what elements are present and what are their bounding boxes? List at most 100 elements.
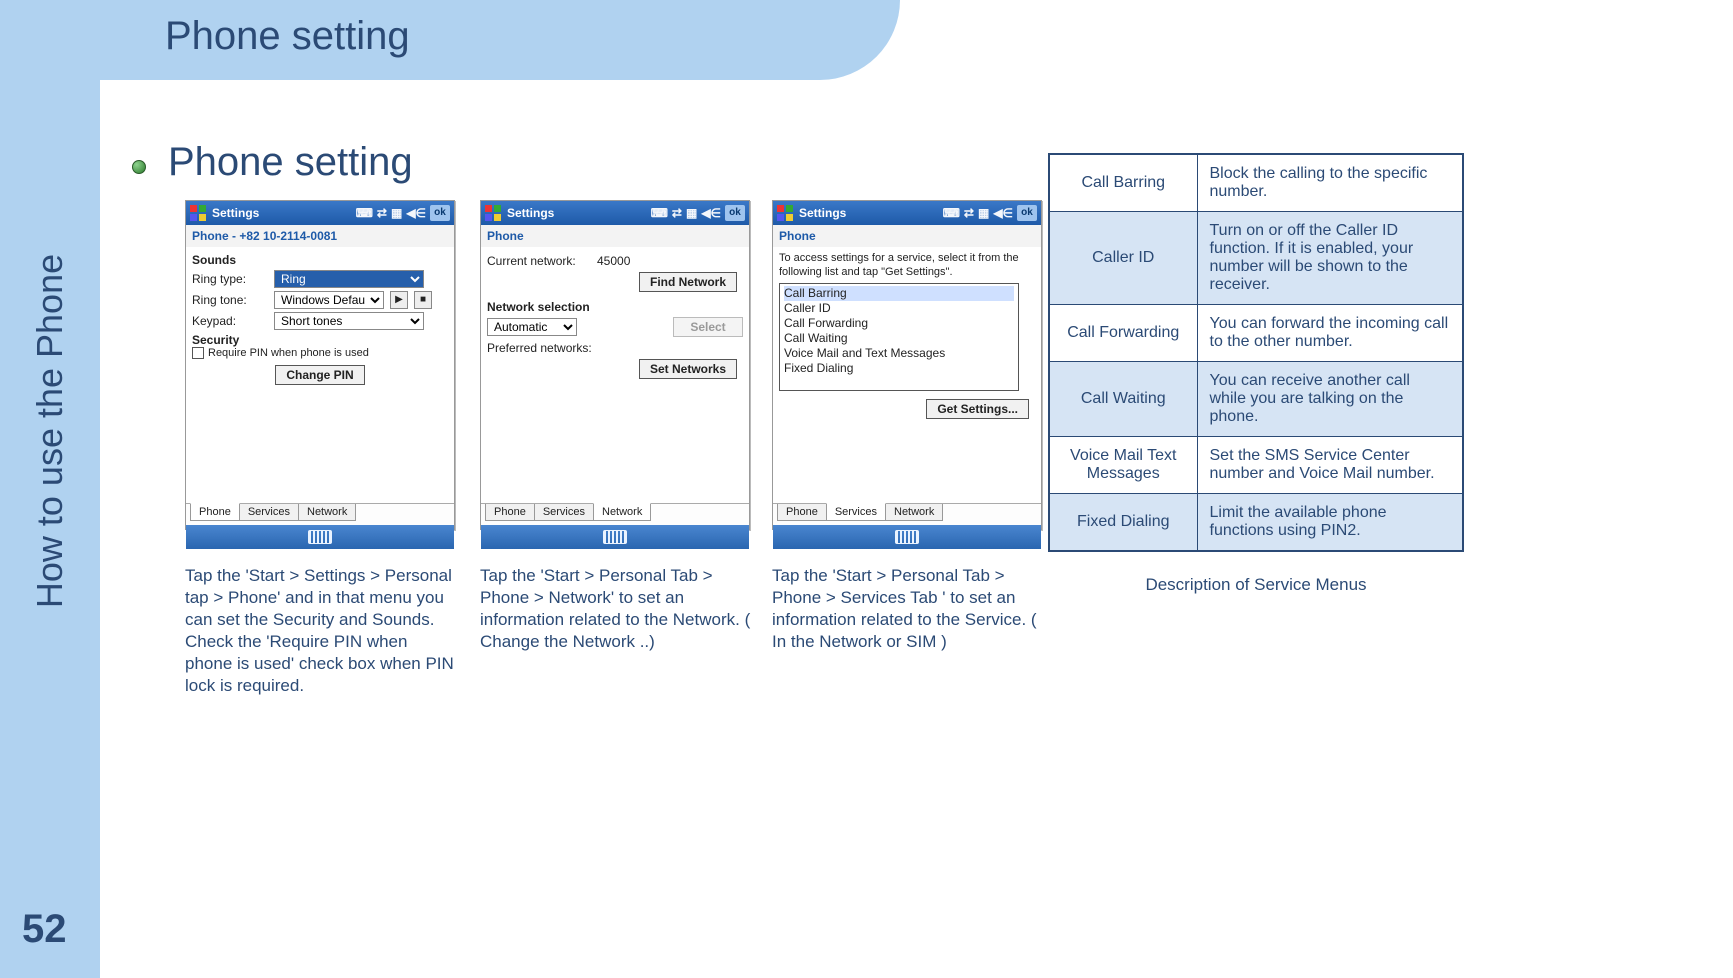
status-bar-icons: ⌨ ⇄ ▦ ◀∈ bbox=[356, 206, 426, 220]
tab-network[interactable]: Network bbox=[885, 504, 943, 521]
list-item[interactable]: Call Waiting bbox=[784, 331, 1014, 346]
service-name: Call Forwarding bbox=[1049, 305, 1197, 362]
tab-services[interactable]: Services bbox=[826, 503, 886, 521]
subheader: Phone bbox=[773, 225, 1041, 247]
keyboard-icon[interactable] bbox=[895, 530, 919, 544]
sync-icon: ⇄ bbox=[964, 206, 974, 220]
speaker-icon: ◀∈ bbox=[993, 206, 1013, 220]
input-panel-icon: ⌨ bbox=[356, 206, 373, 220]
require-pin-checkbox[interactable] bbox=[192, 347, 204, 359]
list-item[interactable]: Call Barring bbox=[784, 286, 1014, 301]
bullet-icon bbox=[132, 160, 146, 174]
sync-icon: ⇄ bbox=[377, 206, 387, 220]
page-header-bar bbox=[0, 0, 900, 80]
set-networks-button[interactable]: Set Networks bbox=[639, 359, 737, 379]
get-settings-button[interactable]: Get Settings... bbox=[926, 399, 1029, 419]
service-name: Call Barring bbox=[1049, 154, 1197, 212]
service-desc: You can receive another call while you a… bbox=[1197, 362, 1463, 437]
ring-tone-label: Ring tone: bbox=[192, 293, 268, 307]
tab-services[interactable]: Services bbox=[239, 504, 299, 521]
table-row: Call Waiting You can receive another cal… bbox=[1049, 362, 1463, 437]
keypad-label: Keypad: bbox=[192, 314, 268, 328]
screenshot-phone-network: Settings ⌨ ⇄ ▦ ◀∈ ok Phone Current netwo… bbox=[480, 200, 750, 530]
soft-key-bar bbox=[186, 525, 454, 549]
titlebar: Settings ⌨ ⇄ ▦ ◀∈ ok bbox=[773, 201, 1041, 225]
soft-key-bar bbox=[481, 525, 749, 549]
window-title: Settings bbox=[507, 206, 651, 220]
keyboard-icon[interactable] bbox=[308, 530, 332, 544]
select-network-button: Select bbox=[673, 317, 743, 337]
tab-bar: Phone Services Network bbox=[481, 503, 749, 525]
tab-phone[interactable]: Phone bbox=[777, 504, 827, 521]
list-item[interactable]: Voice Mail and Text Messages bbox=[784, 346, 1014, 361]
windows-start-icon[interactable] bbox=[190, 205, 206, 221]
current-network-label: Current network: bbox=[487, 254, 591, 268]
page-title: Phone setting bbox=[165, 14, 410, 59]
tab-services[interactable]: Services bbox=[534, 504, 594, 521]
subheader: Phone - +82 10-2114-0081 bbox=[186, 225, 454, 247]
table-row: Call Forwarding You can forward the inco… bbox=[1049, 305, 1463, 362]
input-panel-icon: ⌨ bbox=[943, 206, 960, 220]
signal-icon: ▦ bbox=[391, 206, 402, 220]
service-menus-table: Call Barring Block the calling to the sp… bbox=[1048, 153, 1464, 552]
titlebar: Settings ⌨ ⇄ ▦ ◀∈ ok bbox=[186, 201, 454, 225]
change-pin-button[interactable]: Change PIN bbox=[275, 365, 365, 385]
service-desc: You can forward the incoming call to the… bbox=[1197, 305, 1463, 362]
speaker-icon: ◀∈ bbox=[701, 206, 721, 220]
table-row: Call Barring Block the calling to the sp… bbox=[1049, 154, 1463, 212]
window-title: Settings bbox=[799, 206, 943, 220]
service-desc: Block the calling to the specific number… bbox=[1197, 154, 1463, 212]
page-number: 52 bbox=[22, 907, 67, 952]
status-bar-icons: ⌨ ⇄ ▦ ◀∈ bbox=[943, 206, 1013, 220]
ring-type-label: Ring type: bbox=[192, 272, 268, 286]
tab-bar: Phone Services Network bbox=[186, 503, 454, 525]
group-network-selection: Network selection bbox=[487, 300, 743, 314]
list-item[interactable]: Fixed Dialing bbox=[784, 361, 1014, 376]
ring-type-select[interactable]: Ring bbox=[274, 270, 424, 288]
ok-button[interactable]: ok bbox=[430, 205, 450, 221]
keypad-select[interactable]: Short tones bbox=[274, 312, 424, 330]
sync-icon: ⇄ bbox=[672, 206, 682, 220]
service-name: Caller ID bbox=[1049, 212, 1197, 305]
side-rail-label: How to use the Phone bbox=[29, 254, 71, 608]
service-desc: Limit the available phone functions usin… bbox=[1197, 494, 1463, 552]
require-pin-label: Require PIN when phone is used bbox=[208, 347, 369, 359]
services-listbox[interactable]: Call Barring Caller ID Call Forwarding C… bbox=[779, 283, 1019, 391]
screenshot-phone-services: Settings ⌨ ⇄ ▦ ◀∈ ok Phone To access set… bbox=[772, 200, 1042, 530]
list-item[interactable]: Call Forwarding bbox=[784, 316, 1014, 331]
windows-start-icon[interactable] bbox=[485, 205, 501, 221]
ok-button[interactable]: ok bbox=[1017, 205, 1037, 221]
network-selection-select[interactable]: Automatic bbox=[487, 318, 577, 336]
tab-network[interactable]: Network bbox=[298, 504, 356, 521]
input-panel-icon: ⌨ bbox=[651, 206, 668, 220]
tab-network[interactable]: Network bbox=[593, 503, 651, 521]
status-bar-icons: ⌨ ⇄ ▦ ◀∈ bbox=[651, 206, 721, 220]
caption-screenshot-3: Tap the 'Start > Personal Tab > Phone > … bbox=[772, 565, 1044, 653]
screenshot-phone-sounds: Settings ⌨ ⇄ ▦ ◀∈ ok Phone - +82 10-2114… bbox=[185, 200, 455, 530]
tab-bar: Phone Services Network bbox=[773, 503, 1041, 525]
body: To access settings for a service, select… bbox=[773, 247, 1041, 503]
list-item[interactable]: Caller ID bbox=[784, 301, 1014, 316]
service-desc: Turn on or off the Caller ID function. I… bbox=[1197, 212, 1463, 305]
signal-icon: ▦ bbox=[978, 206, 989, 220]
section-heading: Phone setting bbox=[168, 140, 413, 185]
tab-phone[interactable]: Phone bbox=[190, 503, 240, 521]
play-button[interactable]: ▶ bbox=[390, 291, 408, 309]
tab-phone[interactable]: Phone bbox=[485, 504, 535, 521]
windows-start-icon[interactable] bbox=[777, 205, 793, 221]
service-name: Voice Mail Text Messages bbox=[1049, 437, 1197, 494]
ok-button[interactable]: ok bbox=[725, 205, 745, 221]
speaker-icon: ◀∈ bbox=[406, 206, 426, 220]
window-title: Settings bbox=[212, 206, 356, 220]
body: Sounds Ring type: Ring Ring tone: Window… bbox=[186, 247, 454, 503]
ring-tone-select[interactable]: Windows Default bbox=[274, 291, 384, 309]
preferred-networks-label: Preferred networks: bbox=[487, 341, 617, 355]
body: Current network: 45000 Find Network Netw… bbox=[481, 247, 749, 503]
soft-key-bar bbox=[773, 525, 1041, 549]
stop-button[interactable]: ■ bbox=[414, 291, 432, 309]
caption-screenshot-1: Tap the 'Start > Settings > Personal tap… bbox=[185, 565, 457, 697]
keyboard-icon[interactable] bbox=[603, 530, 627, 544]
service-name: Fixed Dialing bbox=[1049, 494, 1197, 552]
find-network-button[interactable]: Find Network bbox=[639, 272, 737, 292]
service-table-caption: Description of Service Menus bbox=[1048, 575, 1464, 595]
